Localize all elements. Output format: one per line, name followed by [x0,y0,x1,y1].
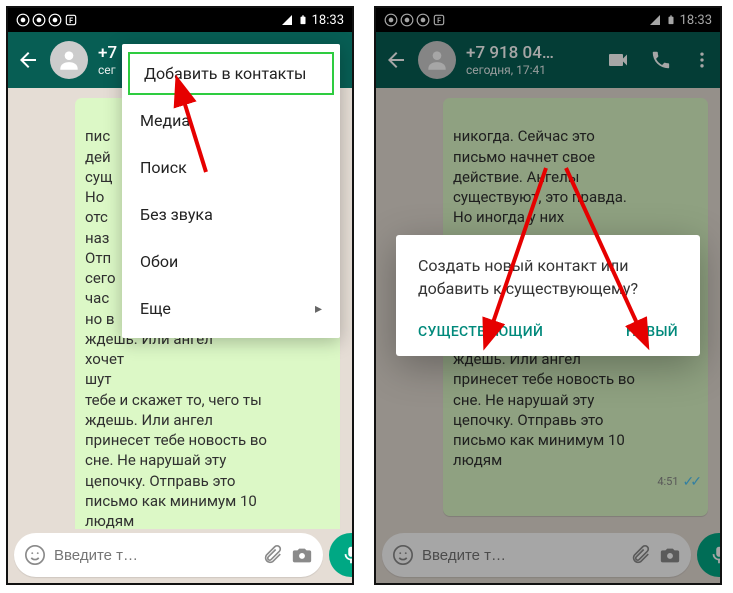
camera-icon[interactable] [291,544,313,566]
signal-icon [280,14,294,26]
message-input-container[interactable] [14,533,323,577]
avatar[interactable] [50,41,88,79]
notif-icon [32,13,46,27]
status-right: 18:33 [280,13,344,28]
menu-wallpaper[interactable]: Обои [122,238,340,285]
menu-label: Без звука [140,205,213,224]
new-contact-button[interactable]: НОВЫЙ [626,324,678,340]
phone-right: F 18:33 +7 918 04… сегодня, 17:41 [374,6,722,585]
menu-search[interactable]: Поиск [122,144,340,191]
menu-label: Медиа [140,111,190,130]
emoji-icon[interactable] [24,544,46,566]
menu-add-to-contacts[interactable]: Добавить в контакты [126,50,336,97]
status-time: 18:33 [312,13,344,28]
options-menu: Добавить в контакты Медиа Поиск Без звук… [122,44,340,338]
dialog-actions: СУЩЕСТВУЮЩИЙ НОВЫЙ [418,318,678,346]
menu-media[interactable]: Медиа [122,97,340,144]
menu-label: Еще [140,299,171,318]
status-icons-left: F [16,13,78,27]
f-icon: F [64,13,78,27]
menu-mute[interactable]: Без звука [122,191,340,238]
mic-button[interactable] [329,533,354,577]
message-input[interactable] [54,547,253,564]
menu-label: Поиск [140,158,187,177]
menu-more[interactable]: Еще ▸ [122,285,340,332]
battery-icon [298,13,308,27]
notif-icon [48,13,62,27]
phone-left: F 18:33 +7 сег пис дей сущ Но отс наз От [6,6,354,585]
chevron-right-icon: ▸ [315,301,322,317]
menu-label: Обои [140,252,178,271]
back-arrow-icon[interactable] [16,48,40,72]
notif-icon [16,13,30,27]
dialog-message: Создать новый контакт или добавить к сущ… [418,255,678,300]
attach-icon[interactable] [261,544,283,566]
dialog-overlay: Создать новый контакт или добавить к сущ… [376,8,720,583]
existing-contact-button[interactable]: СУЩЕСТВУЮЩИЙ [418,324,543,340]
svg-text:F: F [69,17,73,25]
menu-label: Добавить в контакты [144,64,306,83]
status-bar: F 18:33 [8,8,352,32]
input-bar [14,533,346,577]
add-contact-dialog: Создать новый контакт или добавить к сущ… [396,235,700,356]
